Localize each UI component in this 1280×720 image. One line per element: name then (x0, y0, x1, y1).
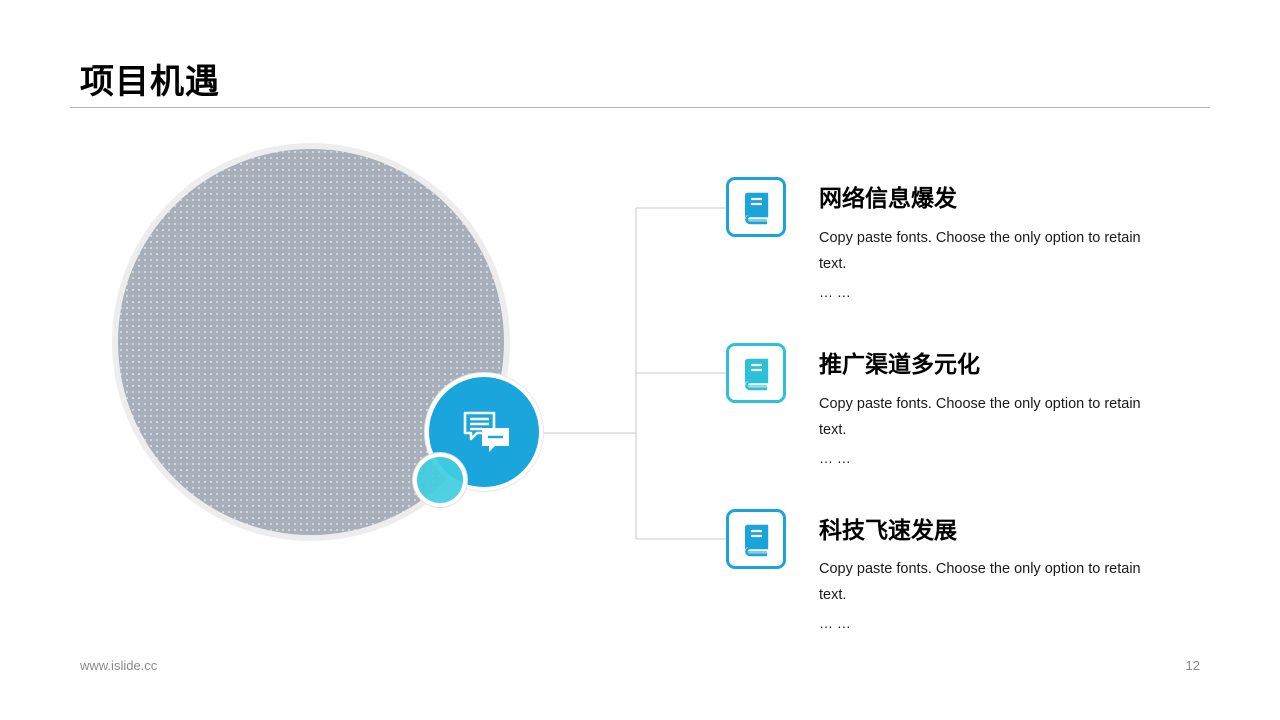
item-3-ellipsis: … … (819, 615, 851, 631)
slide: 项目机遇 网络信息爆发 Copy paste fonts. Choose the… (0, 0, 1280, 720)
book-icon (745, 524, 769, 557)
item-1-description: Copy paste fonts. Choose the only option… (819, 230, 1141, 272)
item-1-title: 网络信息爆发 (819, 186, 957, 212)
item-2-ellipsis: … … (819, 450, 851, 466)
footer-url: www.islide.cc (80, 658, 158, 673)
title-divider (70, 107, 1210, 108)
item-3-description: Copy paste fonts. Choose the only option… (819, 561, 1141, 603)
item-2-description: Copy paste fonts. Choose the only option… (819, 396, 1141, 438)
accent-circle (413, 453, 467, 507)
item-2-title: 推广渠道多元化 (819, 352, 980, 378)
chat-bubbles-icon (463, 411, 509, 452)
item-1-ellipsis: … … (819, 284, 851, 300)
item-3-title: 科技飞速发展 (819, 518, 957, 544)
page-title: 项目机遇 (80, 62, 220, 102)
book-icon (745, 358, 769, 391)
item-2-icon-box (726, 343, 786, 403)
item-3-icon-box (726, 509, 786, 569)
item-1-icon-box (726, 177, 786, 237)
page-number: 12 (1185, 658, 1200, 673)
book-icon (745, 192, 769, 225)
